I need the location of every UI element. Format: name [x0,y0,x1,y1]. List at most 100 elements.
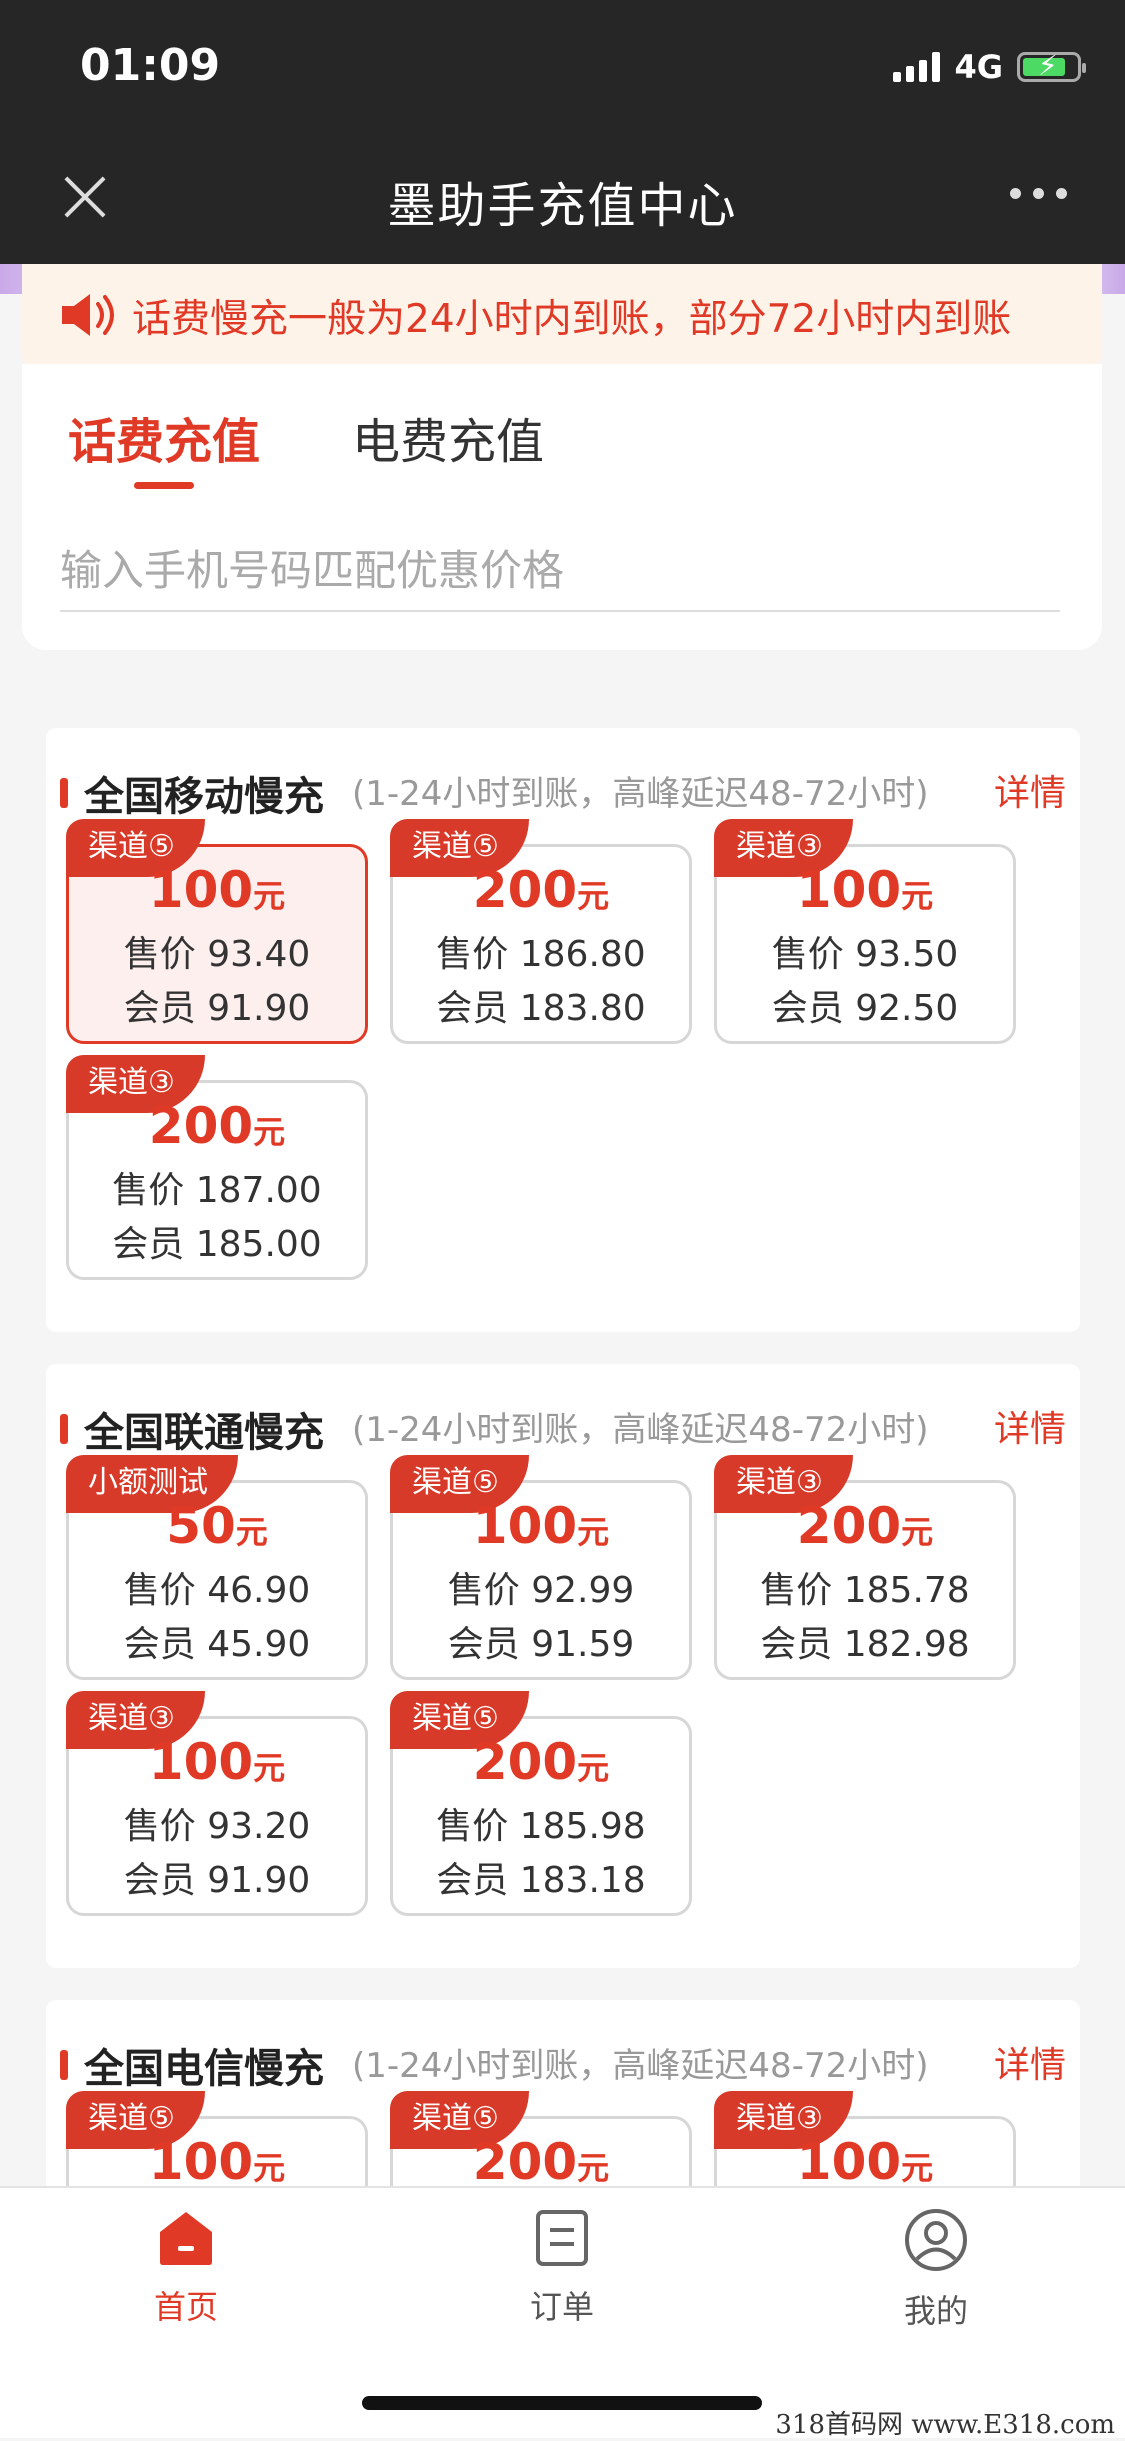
member-prefix: 会员 [436,988,509,1029]
tab-active-indicator [134,482,194,489]
section-header: 全国移动慢充 (1-24小时到账，高峰延迟48-72小时) 详情 [46,758,1080,820]
sale-price: 售价 46.90 [69,1561,365,1613]
package-amount: 200元 [717,1497,1013,1555]
amount-unit: 元 [901,2149,934,2187]
package-amount: 100元 [393,1497,689,1555]
tab-orders-label: 订单 [529,2288,594,2326]
detail-link[interactable]: 详情 [994,764,1066,816]
status-bar: 01:09 4G ⚡ [0,0,1125,132]
amount-unit: 元 [901,1513,934,1551]
price-value: 186.80 [519,934,646,975]
member-prefix: 会员 [436,1860,509,1901]
member-price: 会员 91.59 [393,1615,689,1667]
section-marker [60,1414,68,1444]
package-card[interactable]: 渠道⑤ 100元 售价 92.99 会员 91.59 [390,1455,692,1680]
phone-number-input[interactable] [60,530,1060,612]
price-value: 93.40 [207,934,311,975]
package-amount: 200元 [393,2133,689,2191]
amount-unit: 元 [235,1513,268,1551]
sale-price: 售价 186.80 [393,925,689,977]
member-prefix: 会员 [760,1624,833,1665]
recharge-type-card: 话费充值 电费充值 [22,364,1102,650]
amount-unit: 元 [577,2149,610,2187]
section-title: 全国联通慢充 [84,1410,324,1456]
sale-price: 售价 93.40 [69,925,365,977]
price-prefix: 售价 [447,1570,520,1611]
price-prefix: 售价 [771,934,844,975]
section-header: 全国联通慢充 (1-24小时到账，高峰延迟48-72小时) 详情 [46,1394,1080,1456]
detail-link[interactable]: 详情 [994,1400,1066,1452]
amount-value: 100 [796,2133,902,2191]
package-card[interactable]: 渠道⑤ 200元 售价 185.98 会员 183.18 [390,1691,692,1916]
tab-profile[interactable]: 我的 [836,2208,1036,2332]
sale-price: 售价 92.99 [393,1561,689,1613]
member-value: 185.00 [195,1224,322,1265]
tab-orders[interactable]: 订单 [462,2208,662,2328]
member-price: 会员 182.98 [717,1615,1013,1667]
signal-icon [893,52,941,82]
price-value: 46.90 [207,1570,311,1611]
tab-home[interactable]: 首页 [86,2208,286,2328]
member-price: 会员 183.18 [393,1851,689,1903]
price-prefix: 售价 [760,1570,833,1611]
package-amount: 100元 [69,2133,365,2191]
amount-value: 200 [148,1097,254,1155]
sale-price: 售价 93.50 [717,925,1013,977]
notice-banner: 话费慢充一般为24小时内到账，部分72小时内到账 [22,264,1102,364]
member-price: 会员 91.90 [69,1851,365,1903]
price-prefix: 售价 [112,1170,185,1211]
notice-text: 话费慢充一般为24小时内到账，部分72小时内到账 [132,297,1012,342]
member-prefix: 会员 [447,1624,520,1665]
amount-value: 100 [148,861,254,919]
section-subtitle: (1-24小时到账，高峰延迟48-72小时) [352,1410,929,1450]
section-unicom: 全国联通慢充 (1-24小时到账，高峰延迟48-72小时) 详情 小额测试 50… [46,1364,1080,1968]
network-type: 4G [954,48,1003,86]
price-prefix: 售价 [123,1806,196,1847]
member-prefix: 会员 [123,1624,196,1665]
page-title: 墨助手充值中心 [387,178,738,234]
package-amount: 50元 [69,1497,365,1555]
package-card[interactable]: 渠道③ 100元 售价 93.50 会员 92.50 [714,819,1016,1044]
package-amount: 200元 [393,861,689,919]
section-mobile: 全国移动慢充 (1-24小时到账，高峰延迟48-72小时) 详情 渠道⑤ 100… [46,728,1080,1332]
price-value: 92.99 [531,1570,635,1611]
member-value: 91.90 [207,1860,311,1901]
tab-phone-recharge[interactable]: 话费充值 [68,402,260,472]
section-title: 全国电信慢充 [84,2046,324,2092]
member-price: 会员 91.90 [69,979,365,1031]
more-icon[interactable] [1010,188,1067,199]
status-time: 01:09 [80,40,221,91]
member-value: 183.18 [519,1860,646,1901]
package-card[interactable]: 渠道⑤ 100元 售价 93.40 会员 91.90 [66,819,368,1044]
amount-unit: 元 [901,877,934,915]
amount-unit: 元 [253,2149,286,2187]
price-prefix: 售价 [436,1806,509,1847]
package-card[interactable]: 渠道③ 200元 售价 185.78 会员 182.98 [714,1455,1016,1680]
detail-link[interactable]: 详情 [994,2036,1066,2088]
amount-unit: 元 [253,1749,286,1787]
section-header: 全国电信慢充 (1-24小时到账，高峰延迟48-72小时) 详情 [46,2030,1080,2092]
member-value: 183.80 [519,988,646,1029]
amount-value: 100 [148,1733,254,1791]
package-card[interactable]: 小额测试 50元 售价 46.90 会员 45.90 [66,1455,368,1680]
tab-home-label: 首页 [153,2288,218,2326]
amount-unit: 元 [577,1749,610,1787]
package-card[interactable]: 渠道⑤ 200元 售价 186.80 会员 183.80 [390,819,692,1044]
package-card[interactable]: 渠道③ 200元 售价 187.00 会员 185.00 [66,1055,368,1280]
package-amount: 100元 [717,2133,1013,2191]
package-card[interactable]: 渠道③ 100元 售价 93.20 会员 91.90 [66,1691,368,1916]
order-icon [536,2210,588,2266]
member-value: 92.50 [855,988,959,1029]
tab-electricity-recharge[interactable]: 电费充值 [352,402,544,472]
amount-value: 50 [166,1497,236,1555]
member-price: 会员 183.80 [393,979,689,1031]
status-indicators: 4G ⚡ [893,48,1086,86]
price-prefix: 售价 [436,934,509,975]
member-value: 91.90 [207,988,311,1029]
price-prefix: 售价 [123,934,196,975]
amount-value: 100 [148,2133,254,2191]
price-value: 93.20 [207,1806,311,1847]
price-prefix: 售价 [123,1570,196,1611]
price-value: 185.78 [843,1570,970,1611]
amount-value: 100 [796,861,902,919]
